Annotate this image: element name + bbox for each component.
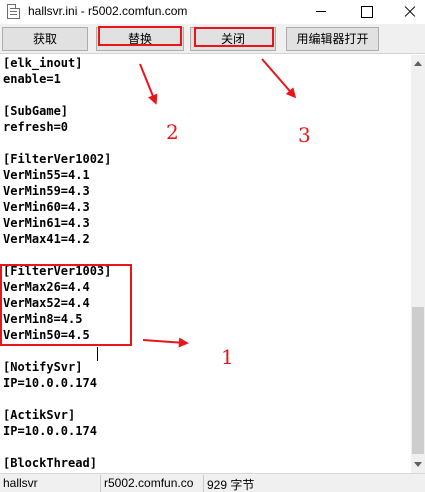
notepad-icon [7, 4, 20, 19]
status-separator [100, 475, 101, 492]
minimize-button[interactable] [303, 0, 339, 24]
annotation-number-1: 1 [221, 345, 234, 369]
open-in-editor-button[interactable]: 用编辑器打开 [286, 27, 379, 51]
close-button-highlight [194, 27, 274, 47]
status-file-size: 929 字节 [207, 478, 255, 492]
text-caret [97, 347, 98, 361]
editor-line: VerMax41=4.2 [3, 232, 90, 246]
editor-line: VerMin61=4.3 [3, 216, 90, 230]
editor-line: enable=1 [3, 72, 61, 86]
editor-line: IP=10.0.0.174 [3, 376, 97, 390]
status-bar: hallsvr r5002.comfun.co 929 字节 [0, 473, 425, 492]
maximize-button[interactable] [348, 0, 384, 24]
annotation-number-3: 3 [298, 123, 311, 147]
editor-line: VerMin59=4.3 [3, 184, 90, 198]
editor-line: [BlockThread] [3, 456, 97, 470]
status-file-name: hallsvr [3, 476, 38, 490]
scroll-down-arrow-icon[interactable] [411, 456, 425, 473]
editor-line: VerMin55=4.1 [3, 168, 90, 182]
status-host: r5002.comfun.co [104, 476, 194, 490]
editor-line: [SubGame] [3, 104, 69, 118]
annotation-number-2: 2 [166, 120, 179, 144]
editor-line: [FilterVer1002] [3, 152, 112, 166]
editor-line: VerMin60=4.3 [3, 200, 90, 214]
editor-line: [NotifySvr] [3, 360, 83, 374]
editor-lines: [elk_inout] enable=1 [SubGame] refresh=0… [3, 55, 111, 471]
editor-line: [ActikSvr] [3, 408, 76, 422]
vertical-scrollbar[interactable] [411, 55, 425, 473]
editor-line: [elk_inout] [3, 56, 83, 70]
editor-line: IP=10.0.0.174 [3, 424, 97, 438]
scrollbar-thumb[interactable] [412, 307, 424, 454]
scroll-up-arrow-icon[interactable] [411, 55, 425, 72]
editor-line: refresh=0 [3, 120, 69, 134]
close-window-button[interactable] [392, 0, 425, 24]
title-bar: hallsvr.ini - r5002.comfun.com [0, 0, 425, 24]
window-title: hallsvr.ini - r5002.comfun.com [28, 4, 188, 18]
filterver1003-highlight-box [0, 264, 132, 346]
status-separator [203, 475, 204, 492]
replace-button-highlight [98, 26, 182, 46]
get-button[interactable]: 获取 [2, 27, 88, 51]
